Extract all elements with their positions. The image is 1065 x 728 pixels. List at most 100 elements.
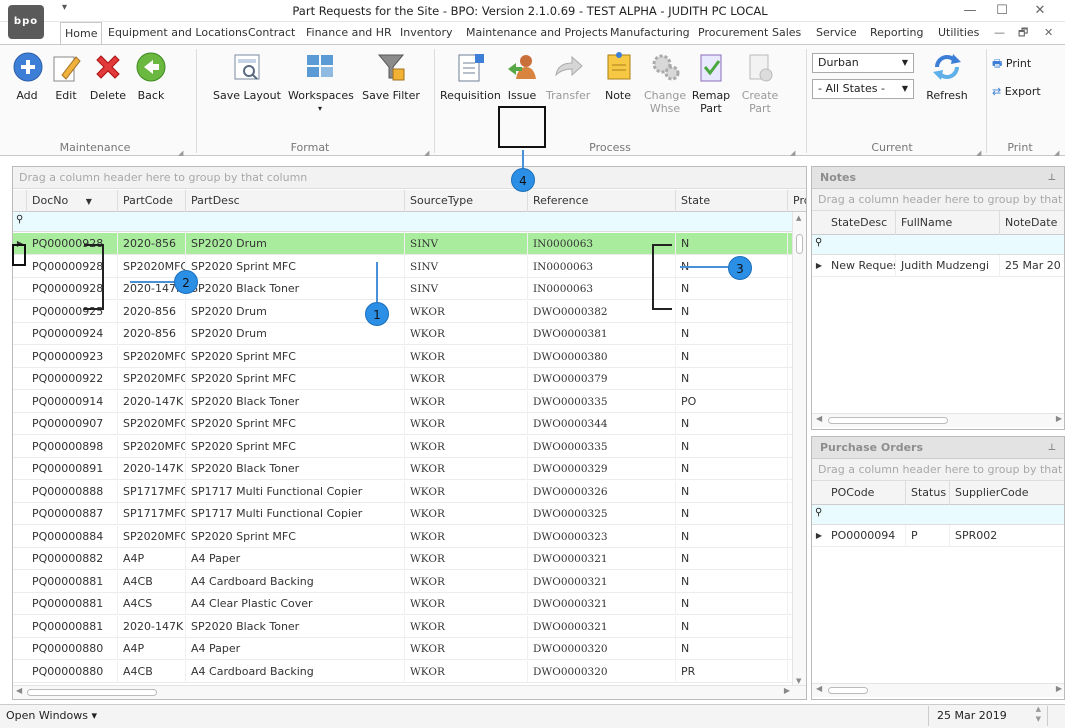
- restore-icon[interactable]: 🗗: [1014, 22, 1032, 44]
- edit-button[interactable]: Edit: [48, 51, 84, 102]
- pin-icon[interactable]: ⊥: [1048, 167, 1056, 189]
- maintenance-launcher-icon[interactable]: ◢: [178, 149, 183, 157]
- current-launcher-icon[interactable]: ◢: [976, 149, 981, 157]
- column-sourcetype[interactable]: SourceType: [405, 190, 528, 212]
- po-scroll-thumb[interactable]: [828, 687, 868, 694]
- row-indicator[interactable]: [13, 436, 27, 458]
- delete-button[interactable]: Delete: [88, 51, 128, 102]
- row-indicator[interactable]: [13, 571, 27, 593]
- tab-sales[interactable]: Sales: [768, 22, 805, 44]
- transfer-button[interactable]: Transfer: [546, 51, 590, 102]
- workspaces-button[interactable]: Workspaces ▾: [288, 51, 354, 113]
- scroll-left-icon[interactable]: ◀: [16, 686, 22, 695]
- table-row[interactable]: PQ00000881 2020-147K SP2020 Black Toner WKO…: [13, 615, 806, 638]
- po-horizontal-scrollbar[interactable]: ◀ ▶: [812, 683, 1064, 697]
- scroll-right-icon[interactable]: ▶: [1056, 414, 1062, 423]
- row-indicator[interactable]: [13, 368, 27, 390]
- scroll-left-icon[interactable]: ◀: [816, 414, 822, 423]
- create-part-button[interactable]: Create Part: [740, 51, 780, 115]
- back-button[interactable]: Back: [134, 51, 168, 102]
- tab-manufacturing[interactable]: Manufacturing: [606, 22, 694, 44]
- table-row[interactable]: PQ00000898 SP2020MFC SP2020 Sprint MFC WKOR…: [13, 435, 806, 458]
- maximize-button[interactable]: ☐: [987, 2, 1017, 20]
- notes-group-by-panel[interactable]: Drag a column header here to group by th…: [812, 189, 1064, 211]
- row-indicator[interactable]: [13, 661, 27, 683]
- tab-utilities[interactable]: Utilities: [934, 22, 983, 44]
- table-row[interactable]: PQ00000884 SP2020MFC SP2020 Sprint MFC WKOR…: [13, 525, 806, 548]
- column-state[interactable]: State: [676, 190, 788, 212]
- po-group-by-panel[interactable]: Drag a column header here to group by th…: [812, 459, 1064, 481]
- note-button[interactable]: Note: [598, 51, 638, 102]
- save-layout-button[interactable]: Save Layout: [212, 51, 282, 102]
- tab-reporting[interactable]: Reporting: [866, 22, 927, 44]
- ribbon-minimize-icon[interactable]: —: [990, 22, 1009, 44]
- issue-button[interactable]: Issue: [504, 51, 540, 102]
- column-partdesc[interactable]: PartDesc: [186, 190, 405, 212]
- date-display[interactable]: 25 Mar 2019 ▲ ▼: [928, 705, 1048, 726]
- row-indicator[interactable]: [13, 481, 27, 503]
- add-button[interactable]: Add: [12, 51, 43, 102]
- notes-scroll-thumb[interactable]: [828, 417, 948, 424]
- row-indicator[interactable]: [13, 458, 27, 480]
- table-row[interactable]: PQ00000881 A4CS A4 Clear Plastic Cover WKOR…: [13, 593, 806, 615]
- scroll-left-icon[interactable]: ◀: [816, 684, 822, 693]
- scroll-down-icon[interactable]: ▼: [796, 677, 801, 685]
- close-doc-icon[interactable]: ✕: [1040, 22, 1057, 44]
- tab-service[interactable]: Service: [812, 22, 861, 44]
- row-indicator[interactable]: [13, 548, 27, 570]
- table-row[interactable]: PQ00000923 SP2020MFC SP2020 Sprint MFC WKOR…: [13, 345, 806, 368]
- grid-vertical-scrollbar[interactable]: ▲ ▼: [792, 212, 806, 687]
- row-indicator[interactable]: [13, 526, 27, 548]
- column-docno[interactable]: DocNo ▼: [27, 190, 118, 212]
- column-notedate[interactable]: NoteDate: [1000, 211, 1064, 235]
- tab-contract[interactable]: Contract: [244, 22, 299, 44]
- pin-icon[interactable]: ⊥: [1048, 437, 1056, 459]
- column-partcode[interactable]: PartCode: [118, 190, 186, 212]
- row-indicator[interactable]: [13, 616, 27, 638]
- table-row[interactable]: ▶ PQ00000928 2020-856 SP2020 Drum SINV IN0000…: [13, 233, 806, 255]
- table-row[interactable]: PQ00000882 A4P A4 Paper WKOR DWO0000321 N: [13, 548, 806, 570]
- po-filter-row[interactable]: ⚲: [812, 505, 1064, 525]
- tab-equipment-and-locations[interactable]: Equipment and Locations: [104, 22, 252, 44]
- row-indicator[interactable]: [13, 503, 27, 525]
- open-windows-button[interactable]: Open Windows ▾: [6, 709, 97, 722]
- print-launcher-icon[interactable]: ◢: [1054, 149, 1059, 157]
- vertical-scroll-thumb[interactable]: [796, 234, 803, 254]
- table-row[interactable]: PQ00000880 A4P A4 Paper WKOR DWO0000320 N: [13, 638, 806, 660]
- column-statedesc[interactable]: StateDesc: [826, 211, 896, 235]
- site-combo[interactable]: Durban ▼: [812, 53, 914, 73]
- state-combo[interactable]: - All States - ▼: [812, 79, 914, 99]
- scroll-up-icon[interactable]: ▲: [796, 214, 801, 222]
- horizontal-scroll-thumb[interactable]: [27, 689, 157, 696]
- grid-horizontal-scrollbar[interactable]: ◀ ▶: [13, 685, 806, 699]
- row-indicator[interactable]: [13, 593, 27, 615]
- scroll-right-icon[interactable]: ▶: [1056, 684, 1062, 693]
- table-row[interactable]: PQ00000925 2020-856 SP2020 Drum WKOR DWO0000…: [13, 300, 806, 323]
- part-requests-grid[interactable]: Drag a column header here to group by th…: [12, 166, 807, 700]
- close-button[interactable]: ✕: [1025, 2, 1055, 20]
- row-indicator[interactable]: [13, 391, 27, 413]
- format-launcher-icon[interactable]: ◢: [424, 149, 429, 157]
- row-indicator[interactable]: [13, 638, 27, 660]
- tab-home[interactable]: Home: [60, 22, 103, 45]
- scroll-right-icon[interactable]: ▶: [784, 686, 790, 695]
- row-indicator[interactable]: [13, 278, 27, 300]
- column-fullname[interactable]: FullName: [896, 211, 1000, 235]
- table-row[interactable]: PQ00000924 2020-856 SP2020 Drum WKOR DWO0000…: [13, 323, 806, 345]
- table-row[interactable]: PQ00000891 2020-147K SP2020 Black Toner WKO…: [13, 458, 806, 480]
- row-indicator[interactable]: [13, 323, 27, 345]
- column-reference[interactable]: Reference: [528, 190, 676, 212]
- remap-part-button[interactable]: Remap Part: [690, 51, 732, 115]
- column-status[interactable]: Status: [906, 481, 950, 505]
- row-indicator[interactable]: [13, 346, 27, 368]
- print-button[interactable]: 🖶 Print: [992, 55, 1031, 74]
- table-row[interactable]: PQ00000914 2020-147K SP2020 Black Toner WKO…: [13, 390, 806, 413]
- table-row[interactable]: PQ00000880 A4CB A4 Cardboard Backing WKOR DW…: [13, 660, 806, 683]
- tab-maintenance-and-projects[interactable]: Maintenance and Projects: [462, 22, 612, 44]
- table-row[interactable]: PQ00000881 A4CB A4 Cardboard Backing WKOR DW…: [13, 570, 806, 593]
- row-indicator[interactable]: [13, 413, 27, 435]
- change-whse-button[interactable]: Change Whse: [644, 51, 686, 115]
- auto-filter-row[interactable]: ⚲: [13, 212, 806, 232]
- process-launcher-icon[interactable]: ◢: [790, 149, 795, 157]
- export-button[interactable]: ⇄ Export: [992, 85, 1041, 98]
